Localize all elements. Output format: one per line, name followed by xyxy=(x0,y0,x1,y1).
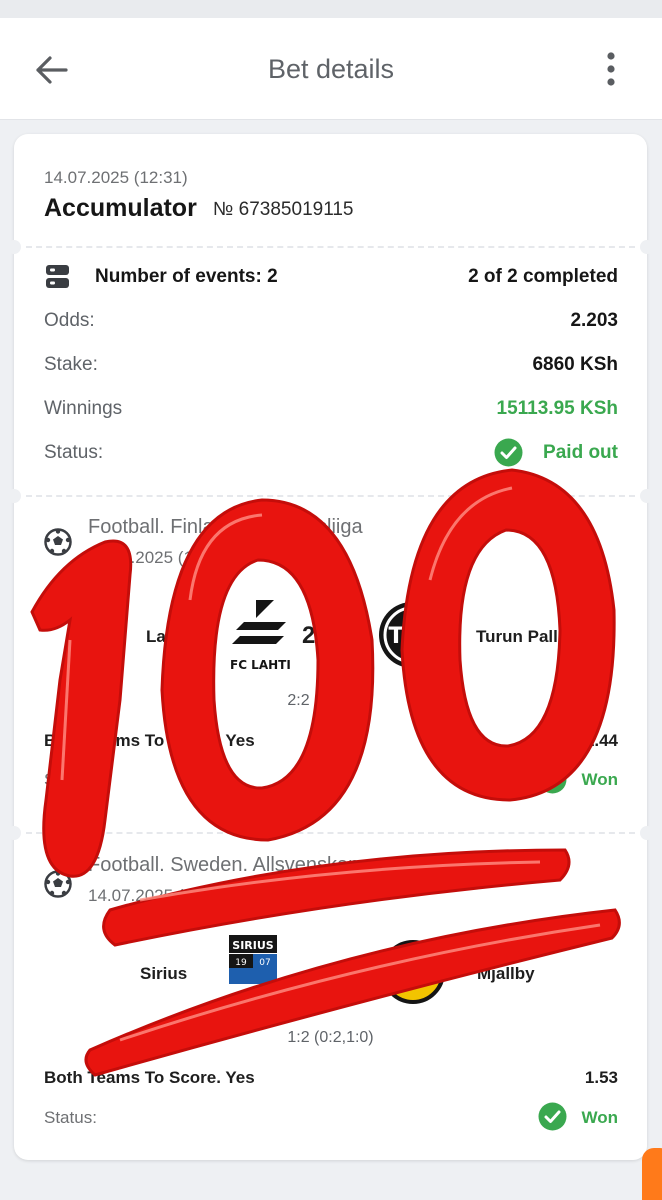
status-label: Status: xyxy=(44,442,104,463)
separator-notch xyxy=(7,826,21,840)
football-icon xyxy=(44,870,72,898)
event-status: Won xyxy=(581,1108,618,1127)
odds-label: Odds: xyxy=(44,310,95,331)
odds-value: 2.203 xyxy=(570,310,618,331)
event-date: 14.07.2025 (18:00) xyxy=(88,548,232,567)
svg-text:MJÄLLBY: MJÄLLBY xyxy=(394,959,433,969)
svg-text:07: 07 xyxy=(259,958,270,968)
bet-type: Accumulator xyxy=(44,194,197,222)
event-score: 2 : 2 xyxy=(302,622,351,649)
event-status: Won xyxy=(581,770,618,789)
event-odds: 1.44 xyxy=(584,731,618,750)
svg-text:19: 19 xyxy=(235,958,247,968)
separator-notch xyxy=(640,489,654,503)
home-team: Sirius xyxy=(140,964,188,983)
event-market: Both Teams To Score. Yes xyxy=(44,731,255,750)
home-team: Lahti xyxy=(146,627,187,646)
event-league: Football. Sweden. Allsvenskan xyxy=(88,854,360,876)
separator-line xyxy=(26,832,635,834)
event-market: Both Teams To Score. Yes xyxy=(44,1068,255,1087)
bet-card: 14.07.2025 (12:31) Accumulator № 6738501… xyxy=(7,134,654,1160)
events-completed: 2 of 2 completed xyxy=(468,266,618,287)
events-count: Number of events: 2 xyxy=(95,266,278,287)
sirius-logo: SIRIUS 19 07 xyxy=(229,935,277,984)
separator-line xyxy=(26,246,635,248)
svg-text:AIF: AIF xyxy=(405,979,421,989)
app-header: Bet details xyxy=(0,18,662,120)
mjallby-logo: MJÄLLBY AIF xyxy=(381,940,445,1004)
event-league: Football. Finland. Veikkausliiga xyxy=(88,516,363,538)
separator-line xyxy=(26,495,635,497)
svg-text:SIRIUS: SIRIUS xyxy=(232,939,274,952)
bet-number: № 67385019115 xyxy=(213,199,354,220)
more-options-button[interactable] xyxy=(596,48,626,92)
event-status-label: Status: xyxy=(44,770,97,789)
lahti-logo: FC LAHTI xyxy=(230,600,291,672)
check-circle-icon xyxy=(538,765,567,794)
away-team: Turun Palloseura xyxy=(476,627,614,646)
status-bar-strip xyxy=(0,0,662,18)
bet-date: 14.07.2025 (12:31) xyxy=(44,168,188,187)
separator-notch xyxy=(7,489,21,503)
check-circle-icon xyxy=(494,438,523,467)
events-list-icon xyxy=(46,265,69,288)
winnings-value: 15113.95 KSh xyxy=(496,398,618,419)
separator-notch xyxy=(640,826,654,840)
svg-text:TPS: TPS xyxy=(389,624,436,649)
event-status-label: Status: xyxy=(44,1108,97,1127)
svg-text:FC LAHTI: FC LAHTI xyxy=(230,658,291,672)
event-odds: 1.53 xyxy=(584,1068,618,1087)
event-date: 14.07.2025 (20:00) xyxy=(88,886,232,905)
event-result: 1:2 (0:2,1:0) xyxy=(287,1029,374,1046)
more-vertical-icon xyxy=(607,52,615,86)
floating-tab[interactable] xyxy=(642,1148,662,1200)
separator-notch xyxy=(7,240,21,254)
event-result: 2:2 (1:1,1:1) xyxy=(287,692,374,709)
tps-logo: TPS xyxy=(379,602,445,668)
away-team: Mjallby xyxy=(477,964,535,983)
winnings-label: Winnings xyxy=(44,398,123,419)
status-value: Paid out xyxy=(543,442,618,463)
separator-notch xyxy=(640,240,654,254)
page-title: Bet details xyxy=(267,54,395,84)
check-circle-icon xyxy=(538,1102,567,1131)
football-icon xyxy=(44,528,72,556)
stake-label: Stake: xyxy=(44,354,98,375)
stake-value: 6860 KSh xyxy=(532,354,618,375)
